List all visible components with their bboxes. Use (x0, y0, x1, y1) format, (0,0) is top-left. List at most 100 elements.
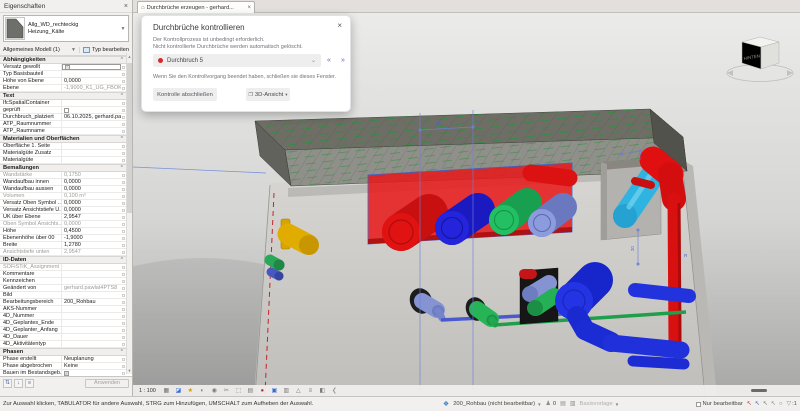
next-button[interactable]: » (341, 57, 345, 64)
property-row[interactable]: Versatz Oben Symbol ...0,0000 (0, 200, 126, 207)
checkbox-icon[interactable] (65, 65, 70, 70)
select-pinned-icon[interactable]: ↖ (763, 401, 768, 407)
filter-button[interactable]: ▽ :1 (787, 401, 797, 407)
section-header[interactable]: Materialien und Oberflächen^ (0, 135, 126, 143)
drag-on-selection-icon[interactable]: ○ (779, 401, 783, 407)
hscrollbar-thumb[interactable] (751, 389, 767, 392)
property-row[interactable]: Ebene-1,9000_K1_UG_FBOK (0, 85, 126, 92)
property-row[interactable]: SOFiSTiK_Assignment (0, 264, 126, 271)
sort-alpha-icon[interactable]: ↓ (14, 379, 23, 388)
property-row[interactable]: geprüft (0, 107, 126, 114)
worksharing-display-icon[interactable]: ▣ (270, 388, 279, 394)
previous-button[interactable]: « (327, 57, 331, 64)
property-row[interactable]: Ansichtstiefe unten2,9547 (0, 249, 126, 256)
crop-view-icon[interactable]: ✂ (222, 388, 231, 394)
property-row[interactable]: Oben Symbol Ansichts...0,0000 (0, 221, 126, 228)
workset-select[interactable]: 200_Rohbau (nicht bearbeitbar) ▼ (453, 401, 541, 407)
section-header[interactable]: Bemaßungen^ (0, 164, 126, 172)
section-header[interactable]: ID-Daten^ (0, 256, 126, 264)
property-row[interactable]: ATP_Raumname (0, 128, 126, 135)
property-row[interactable]: Kennzeichen (0, 278, 126, 285)
property-row[interactable]: Wandstärke0,1750 (0, 172, 126, 179)
temporary-view-icon[interactable]: ▥ (282, 388, 291, 394)
editable-only-checkbox[interactable]: Nur bearbeitbar (696, 401, 743, 407)
design-options-icon[interactable]: ▤ (560, 401, 566, 407)
pipe-red-horizontal[interactable] (531, 173, 569, 178)
property-row[interactable]: 4D_Dauer (0, 334, 126, 341)
property-row[interactable]: Phase erstelltNeuplanung (0, 356, 126, 363)
property-row[interactable]: 4D_Geplantes_Ende (0, 320, 126, 327)
apply-button[interactable]: Anwenden (85, 379, 129, 388)
active-view-tab[interactable]: ⌂ Durchbrüche erzeugen - gerhard... × (137, 1, 255, 13)
section-header[interactable]: Abhängigkeiten^ (0, 56, 126, 64)
scroll-down-icon[interactable]: ▼ (127, 367, 132, 374)
properties-close-icon[interactable]: × (124, 3, 128, 10)
type-chevron-down-icon[interactable]: ▼ (119, 26, 127, 32)
type-selector[interactable]: Allg_WD_rechteckig Heizung_Kälte ▼ (3, 15, 129, 42)
property-row[interactable]: Kommentare (0, 271, 126, 278)
tab-close-icon[interactable]: × (247, 5, 251, 11)
status-dot-icon (158, 58, 163, 63)
property-row[interactable]: AKS-Nummer (0, 306, 126, 313)
sun-path-icon[interactable]: ★ (186, 388, 195, 394)
checkbox-icon[interactable]: ✓ (64, 371, 69, 376)
property-row[interactable]: Geändert vongerhard.pawlat4PTS8 (0, 285, 126, 292)
reveal-hidden-icon[interactable]: ● (258, 388, 267, 394)
uncropped-icon[interactable]: ◧ (318, 388, 327, 394)
property-row[interactable]: Ebenenhöhe über 00-1,9000 (0, 235, 126, 242)
analytical-model-icon[interactable]: △ (294, 388, 303, 394)
property-row[interactable]: 4D_Aktivitätentyp (0, 341, 126, 348)
select-by-face-icon[interactable]: ↖ (771, 401, 776, 407)
select-underlay-icon[interactable]: ↖ (755, 401, 760, 407)
property-row[interactable]: 4D_Nummer (0, 313, 126, 320)
property-row[interactable]: Materialgüte (0, 157, 126, 164)
property-row[interactable]: ATP_Raumnummer (0, 121, 126, 128)
property-row[interactable]: Oberfläche 1. Seite (0, 143, 126, 150)
property-row[interactable]: Breite1,2780 (0, 242, 126, 249)
view-3d-button[interactable]: ❒ 3D-Ansicht ▾ (246, 88, 290, 101)
scrollbar-thumb[interactable] (127, 63, 132, 213)
category-chevron-icon[interactable]: ▼ (71, 47, 76, 53)
scale-button[interactable]: 1 : 100 (136, 387, 159, 395)
property-row[interactable]: 4D_Geplanter_Anfang (0, 327, 126, 334)
select-links-icon[interactable]: ↖ (747, 401, 752, 407)
property-row[interactable]: Typ Basisbauteil (0, 71, 126, 78)
editing-requests-button[interactable]: ♟ 0 (546, 401, 557, 407)
visual-style-icon[interactable]: ◪ (174, 388, 183, 394)
constraints-icon[interactable]: ≡ (306, 388, 315, 394)
property-row[interactable]: UK über Ebene2,9547 (0, 214, 126, 221)
expand-bar-icon[interactable]: ❮ (330, 388, 339, 394)
edit-type-button[interactable]: Typ bearbeiten (79, 47, 129, 53)
shadows-icon[interactable]: ◐ (198, 388, 207, 394)
section-header[interactable]: Text^ (0, 92, 126, 100)
sort-icon[interactable]: ⇅ (3, 379, 12, 388)
confirm-position-button[interactable]: Lage bestätigen (294, 88, 342, 101)
property-row[interactable]: Wandaufbau innen0,0000 (0, 179, 126, 186)
property-row[interactable]: IfcSpatialContainer (0, 100, 126, 107)
category-select[interactable]: Allgemeines Modell (1) (3, 47, 71, 53)
property-row[interactable]: Durchbruch_platziert06.10.2025, gerhard.… (0, 114, 126, 121)
section-header[interactable]: Phasen^ (0, 348, 126, 356)
checkbox-icon[interactable] (64, 108, 69, 113)
render-icon[interactable]: ◉ (210, 388, 219, 394)
scroll-up-icon[interactable]: ▲ (127, 53, 132, 60)
property-row[interactable]: Versatz Ansichtstiefe U...0,0000 (0, 207, 126, 214)
property-row[interactable]: Materialgüte Zusatz (0, 150, 126, 157)
dialog-close-icon[interactable]: × (337, 21, 342, 30)
property-row[interactable]: Volumen0,100 m³ (0, 193, 126, 200)
property-row[interactable]: Versatz gewollt (0, 64, 126, 71)
property-row[interactable]: Wandaufbau aussen0,0000 (0, 186, 126, 193)
property-row[interactable]: Phase abgebrochenKeine (0, 363, 126, 370)
show-crop-icon[interactable]: ⬚ (234, 388, 243, 394)
temporary-hide-icon[interactable]: ▤ (246, 388, 255, 394)
filter-properties-icon[interactable]: ≡ (25, 379, 34, 388)
panel-scrollbar[interactable]: ▲ ▼ (126, 53, 132, 374)
property-row[interactable]: Bearbeitungsbereich200_Rohbau (0, 299, 126, 306)
property-row[interactable]: Höhe0,4500 (0, 228, 126, 235)
finish-control-button[interactable]: Kontrolle abschließen (153, 88, 217, 101)
property-row[interactable]: Höhe von Ebene0,0000 (0, 78, 126, 85)
property-row[interactable]: Bild (0, 292, 126, 299)
crop-region-icon[interactable]: ▦ (162, 388, 171, 394)
property-row[interactable]: Bauen im Bestandsgeb...✓ (0, 370, 126, 377)
durchbruch-dropdown[interactable]: Durchbruch 5 ⌄ (153, 54, 321, 67)
